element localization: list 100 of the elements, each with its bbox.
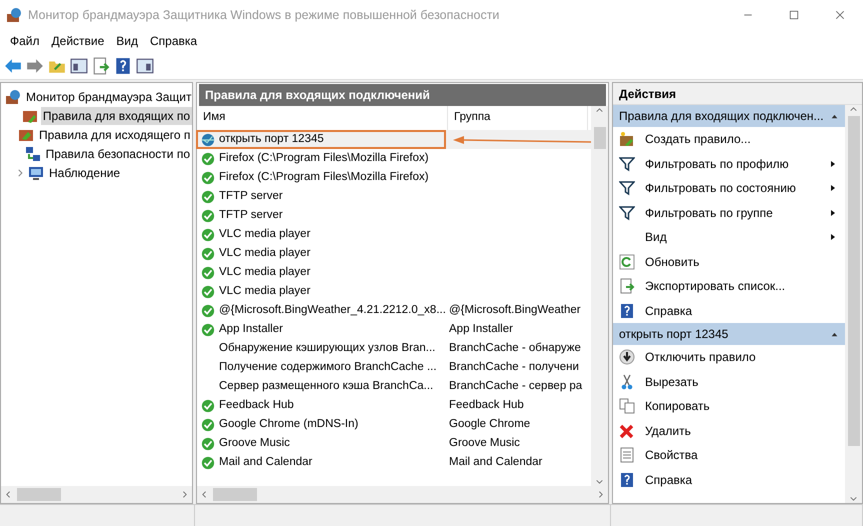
scrollbar-thumb[interactable]	[213, 488, 257, 501]
export-icon[interactable]	[92, 56, 110, 74]
rule-name: VLC media player	[219, 284, 310, 299]
filter-icon	[619, 180, 635, 196]
rule-name: VLC media player	[219, 246, 310, 261]
action-item[interactable]: Вырезать	[613, 370, 845, 394]
rule-name: Groove Music	[219, 436, 290, 451]
action-item[interactable]: Удалить	[613, 418, 845, 443]
menu-item[interactable]: Действие	[46, 32, 110, 50]
back-arrow-icon[interactable]	[4, 56, 22, 74]
rule-row[interactable]: VLC media player	[197, 244, 591, 263]
submenu-arrow-icon	[829, 158, 837, 169]
rule-row[interactable]: Feedback Hub Feedback Hub	[197, 396, 591, 415]
rule-row[interactable]: TFTP server	[197, 206, 591, 225]
check-icon	[201, 398, 215, 412]
menu-item[interactable]: Вид	[110, 32, 144, 50]
rule-row[interactable]: Google Chrome (mDNS-In) Google Chrome	[197, 415, 591, 434]
copy-icon	[619, 398, 635, 414]
tree-item[interactable]: Правила для входящих по	[40, 106, 192, 124]
action-item[interactable]: Обновить	[613, 250, 845, 274]
rule-name: TFTP server	[219, 188, 283, 204]
rule-row[interactable]: Firefox (C:\Program Files\Mozilla Firefox)	[197, 168, 591, 187]
section-title: открыть порт 12345	[619, 326, 728, 343]
panel-title: Правила для входящих подключений	[199, 84, 606, 106]
filter-icon	[619, 156, 635, 172]
close-icon[interactable]	[834, 9, 846, 21]
action-item[interactable]: Вид	[613, 225, 845, 250]
forward-arrow-icon[interactable]	[26, 56, 44, 74]
action-item[interactable]: Справка	[613, 298, 845, 323]
filter-icon	[619, 204, 635, 221]
section-header[interactable]: открыть порт 12345	[613, 323, 845, 345]
action-item[interactable]: Отключить правило	[613, 345, 845, 370]
check-icon	[201, 304, 215, 318]
rule-row[interactable]: Получение содержимого BranchCache ... BranchCache - получени	[197, 358, 591, 377]
rule-row[interactable]: VLC media player	[197, 263, 591, 282]
rule-name: Mail and Calendar	[219, 454, 312, 470]
tree-item[interactable]: Правила для исходящего п	[37, 126, 192, 144]
help-icon	[619, 472, 635, 488]
rule-name: App Installer	[219, 322, 283, 337]
scrollbar-thumb[interactable]	[17, 488, 61, 501]
check-icon	[201, 152, 215, 166]
action-item[interactable]: Справка	[613, 468, 845, 492]
rule-row[interactable]: @{Microsoft.BingWeather_4.21.2212.0_x8... @{Microsoft.BingWeather	[197, 301, 591, 320]
rule-name: VLC media player	[219, 226, 310, 242]
help-icon[interactable]	[114, 56, 132, 74]
rule-row[interactable]: App Installer App Installer	[197, 320, 591, 339]
delete-icon	[619, 422, 635, 439]
rule-group: BranchCache - сервер ра	[445, 378, 582, 396]
rule-name: Firefox (C:\Program Files\Mozilla Firefox)	[219, 170, 429, 185]
action-item[interactable]: Копировать	[613, 394, 845, 418]
properties-icon	[619, 447, 635, 464]
check-icon	[201, 322, 215, 336]
menu-item[interactable]: Справка	[144, 32, 204, 50]
scrollbar-thumb[interactable]	[594, 127, 606, 149]
rule-row[interactable]: Groove Music Groove Music	[197, 434, 591, 453]
rule-name: открыть порт 12345	[219, 132, 324, 147]
rule-row[interactable]: Mail and Calendar Mail and Calendar	[197, 453, 591, 472]
computers-icon	[24, 146, 41, 162]
tree-item[interactable]: Наблюдение	[47, 164, 122, 182]
rule-name: Получение содержимого BranchCache ...	[219, 360, 437, 375]
window-title: Монитор брандмауэра Защитника Windows в режиме повышенной безопасности	[28, 6, 500, 24]
panel-icon[interactable]	[136, 56, 154, 74]
rule-row[interactable]: TFTP server	[197, 187, 591, 206]
rule-row[interactable]: VLC media player	[197, 225, 591, 244]
scrollbar-thumb[interactable]	[848, 116, 860, 446]
check-icon	[201, 418, 215, 432]
action-item[interactable]: Фильтровать по группе	[613, 200, 845, 225]
rule-name: @{Microsoft.BingWeather_4.21.2212.0_x8...	[219, 302, 446, 318]
rule-name: Firefox (C:\Program Files\Mozilla Firefox)	[219, 150, 429, 166]
submenu-arrow-icon	[829, 183, 837, 194]
action-item[interactable]: Экспортировать список...	[613, 274, 845, 298]
rule-row[interactable]: Firefox (C:\Program Files\Mozilla Firefox)	[197, 149, 591, 168]
rule-row[interactable]: открыть порт 12345	[197, 130, 591, 149]
check-icon	[201, 170, 215, 184]
rule-group: App Installer	[445, 320, 513, 338]
rule-row[interactable]: VLC media player	[197, 282, 591, 301]
tree-item[interactable]: Монитор брандмауэра Защит	[24, 88, 192, 106]
section-title: Правила для входящих подключен...	[619, 108, 824, 125]
rule-row[interactable]: Обнаружение кэширующих узлов Bran... BranchCache - обнаруже	[197, 339, 591, 358]
rule-group: Feedback Hub	[445, 396, 524, 414]
check-icon	[201, 246, 215, 260]
tree-item[interactable]: Правила безопасности по	[44, 144, 192, 162]
action-item[interactable]: Фильтровать по профилю	[613, 152, 845, 176]
firewall-icon	[6, 7, 22, 23]
panel-title: Действия	[613, 83, 862, 105]
firewall-icon	[5, 88, 21, 104]
action-item[interactable]: Создать правило...	[613, 127, 845, 152]
menu-item[interactable]: Файл	[4, 32, 46, 50]
rule-group: Google Chrome	[445, 416, 530, 434]
rule-group: Groove Music	[445, 434, 520, 452]
maximize-icon[interactable]	[788, 9, 800, 21]
action-item[interactable]: Свойства	[613, 443, 845, 468]
scissors-icon	[619, 374, 635, 390]
check-icon	[201, 284, 215, 298]
panel-icon[interactable]	[70, 56, 88, 74]
section-header[interactable]: Правила для входящих подключен...	[613, 105, 845, 127]
action-item[interactable]: Фильтровать по состоянию	[613, 176, 845, 200]
rule-name: VLC media player	[219, 264, 310, 280]
rule-row[interactable]: Сервер размещенного кэша BranchCa... BranchCache - сервер ра	[197, 377, 591, 396]
check-icon	[201, 266, 215, 280]
